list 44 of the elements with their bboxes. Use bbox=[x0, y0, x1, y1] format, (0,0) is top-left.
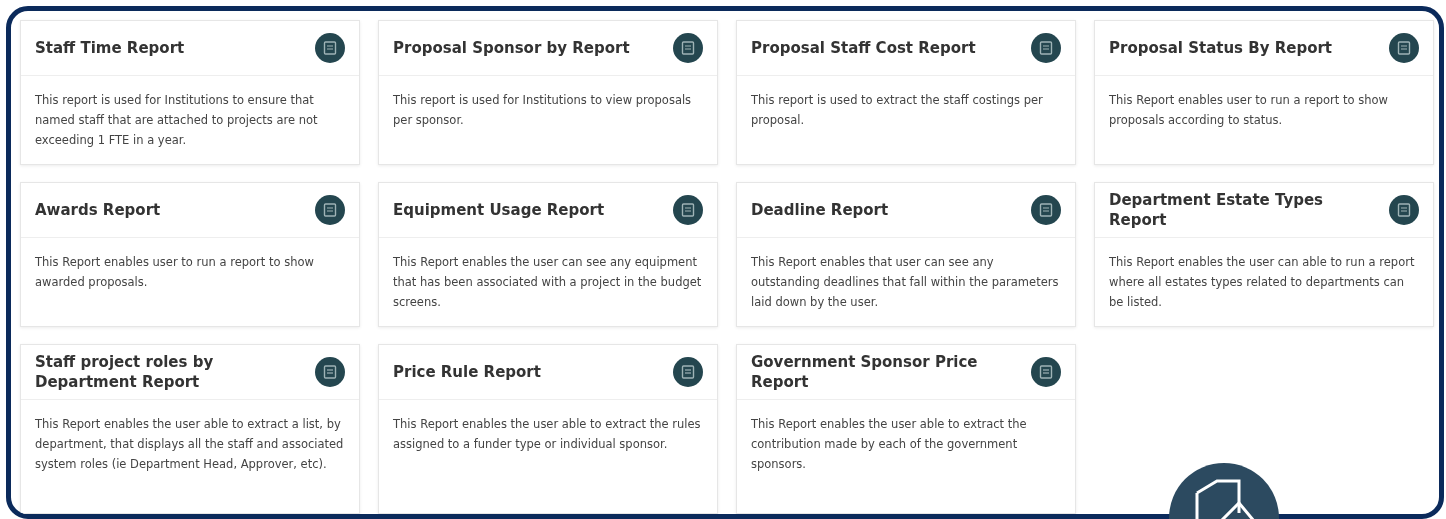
report-description: This Report enables user to run a report to show awarded proposals. bbox=[35, 254, 315, 291]
report-card[interactable]: Government Sponsor Price Report This Report enables the user able to extract the contribution made by each of the government sponsors. bbox=[736, 344, 1076, 514]
report-icon[interactable] bbox=[1031, 33, 1061, 63]
report-icon[interactable] bbox=[315, 357, 345, 387]
report-card[interactable]: Department Estate Types Report This Report enables the user can able to run a report where all estates types related to departments can be listed. bbox=[1094, 182, 1434, 327]
report-card[interactable]: Equipment Usage Report This Report enables the user can see any equipment that has been associated with a project in the budget screens. bbox=[378, 182, 718, 327]
report-title: Government Sponsor Price Report bbox=[751, 352, 979, 392]
report-icon[interactable] bbox=[315, 33, 345, 63]
report-description: This report is used to extract the staff costings per proposal. bbox=[751, 92, 1044, 129]
report-card[interactable]: Price Rule Report This Report enables the user able to extract the rules assigned to a funder type or individual sponsor. bbox=[378, 344, 718, 514]
report-description: This report is used for Institutions to ensure that named staff that are attached to projects are not exceeding 1 FTE in a year. bbox=[35, 92, 319, 149]
report-icon[interactable] bbox=[1389, 33, 1419, 63]
report-title: Department Estate Types Report bbox=[1109, 190, 1325, 230]
report-card[interactable]: Staff Time Report This report is used for Institutions to ensure that named staff that are attached to projects are not exceeding 1 FTE in a year. bbox=[20, 20, 360, 165]
report-description: This Report enables the user able to extract a list, by department, that displays all the staff and associated system roles (ie Department Head, Approver, etc). bbox=[35, 416, 345, 473]
report-card[interactable]: Proposal Status By Report This Report enables user to run a report to show proposals according to status. bbox=[1094, 20, 1434, 165]
report-title: Proposal Staff Cost Report bbox=[751, 38, 977, 58]
report-title: Proposal Status By Report bbox=[1109, 38, 1333, 58]
report-card[interactable]: Proposal Staff Cost Report This report is used to extract the staff costings per proposal. bbox=[736, 20, 1076, 165]
report-title: Staff project roles by Department Report bbox=[35, 352, 215, 392]
report-icon[interactable] bbox=[673, 33, 703, 63]
report-description: This Report enables user to run a report to show proposals according to status. bbox=[1109, 92, 1389, 129]
report-icon[interactable] bbox=[673, 357, 703, 387]
report-card[interactable] bbox=[20, 344, 360, 514]
report-title: Awards Report bbox=[35, 200, 162, 220]
report-title: Proposal Sponsor by Report bbox=[393, 38, 631, 58]
report-icon[interactable] bbox=[1031, 195, 1061, 225]
report-card[interactable]: Awards Report This Report enables user to run a report to show awarded proposals. bbox=[20, 182, 360, 327]
report-title: Staff Time Report bbox=[35, 38, 186, 58]
report-title: Price Rule Report bbox=[393, 362, 542, 382]
report-description: This Report enables the user can able to run a report where all estates types related to departments can be listed. bbox=[1109, 254, 1416, 311]
report-title: Equipment Usage Report bbox=[393, 200, 606, 220]
report-description: This Report enables the user able to extract the contribution made by each of the government sponsors. bbox=[751, 416, 1028, 473]
report-description: This Report enables that user can see any outstanding deadlines that fall within the parameters laid down by the user. bbox=[751, 254, 1060, 311]
report-icon[interactable] bbox=[1389, 195, 1419, 225]
report-card[interactable]: Proposal Sponsor by Report This report is used for Institutions to view proposals per sponsor. bbox=[378, 20, 718, 165]
report-description: This Report enables the user can see any equipment that has been associated with a project in the budget screens. bbox=[393, 254, 703, 311]
report-icon[interactable] bbox=[673, 195, 703, 225]
report-description: This Report enables the user able to extract the rules assigned to a funder type or individual sponsor. bbox=[393, 416, 702, 453]
report-card[interactable]: Deadline Report This Report enables that user can see any outstanding deadlines that fall within the parameters laid down by the user. bbox=[736, 182, 1076, 327]
report-icon[interactable] bbox=[1031, 357, 1061, 387]
report-title: Deadline Report bbox=[751, 200, 890, 220]
report-icon[interactable] bbox=[315, 195, 345, 225]
report-description: This report is used for Institutions to view proposals per sponsor. bbox=[393, 92, 693, 129]
